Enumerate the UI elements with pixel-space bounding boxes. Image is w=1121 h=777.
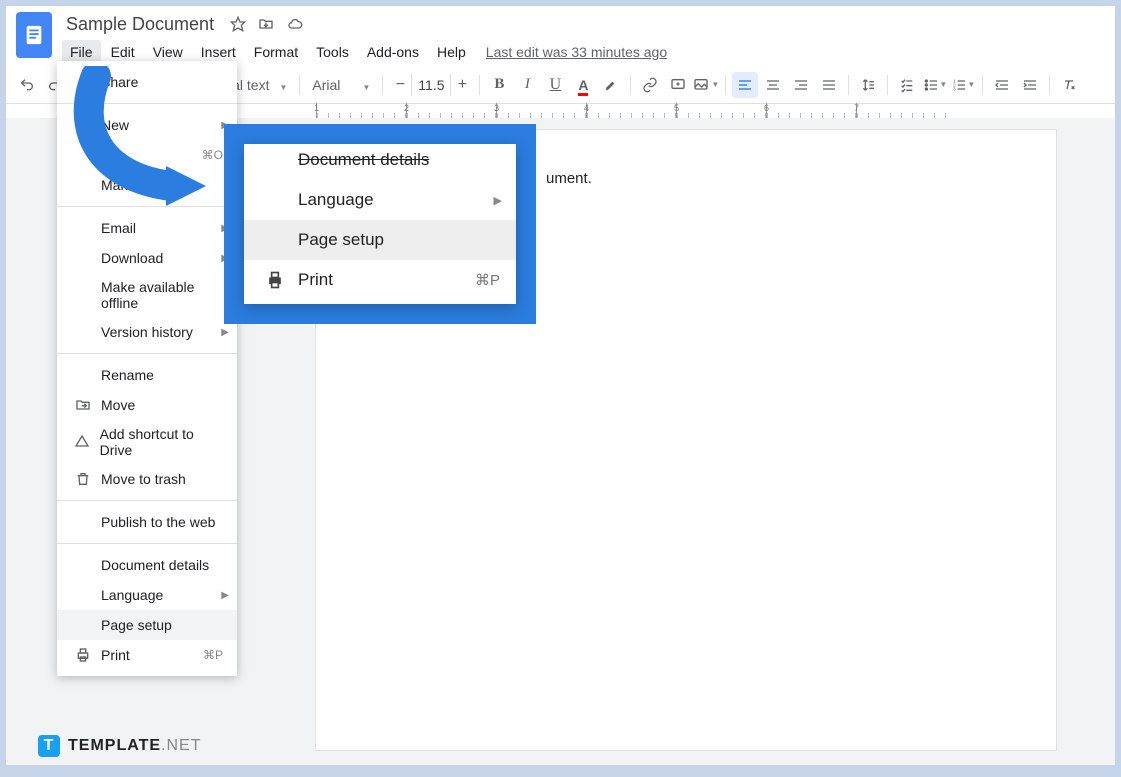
font-size-decrease[interactable]: −: [389, 76, 411, 94]
ruler-tick: 4: [584, 103, 589, 113]
align-right-button[interactable]: [788, 72, 814, 98]
file-version-history[interactable]: Version history▶: [57, 317, 237, 347]
align-left-button[interactable]: [732, 72, 758, 98]
ruler-tick: 3: [494, 103, 499, 113]
file-print[interactable]: Print⌘P: [57, 640, 237, 670]
callout-language[interactable]: Language▶: [244, 180, 516, 220]
cloud-status-icon[interactable]: [286, 16, 304, 32]
callout-print[interactable]: Print⌘P: [244, 260, 516, 300]
file-offline[interactable]: Make available offline: [57, 273, 237, 317]
file-page-setup[interactable]: Page setup: [57, 610, 237, 640]
watermark: T TEMPLATE.NET: [38, 735, 201, 757]
increase-indent-button[interactable]: [1017, 72, 1043, 98]
align-center-button[interactable]: [760, 72, 786, 98]
last-edit-link[interactable]: Last edit was 33 minutes ago: [486, 44, 667, 60]
ruler-tick: 7: [854, 103, 859, 113]
file-email[interactable]: Email▶: [57, 213, 237, 243]
menu-format[interactable]: Format: [246, 40, 306, 64]
italic-button[interactable]: I: [514, 72, 540, 98]
star-icon[interactable]: [230, 16, 246, 32]
callout-page-setup[interactable]: Page setup: [244, 220, 516, 260]
svg-text:3: 3: [953, 86, 956, 91]
file-language[interactable]: Language▶: [57, 580, 237, 610]
font-size-increase[interactable]: +: [451, 76, 473, 94]
document-title[interactable]: Sample Document: [62, 12, 218, 37]
line-spacing-button[interactable]: [855, 72, 881, 98]
header: Sample Document File Edit View Insert Fo…: [6, 6, 1115, 66]
file-details[interactable]: Document details: [57, 550, 237, 580]
move-folder-icon[interactable]: [258, 16, 274, 32]
insert-image-button[interactable]: ▼: [693, 72, 719, 98]
font-label: Arial: [312, 77, 340, 93]
file-publish[interactable]: Publish to the web: [57, 507, 237, 537]
watermark-brand: TEMPLATE: [68, 737, 161, 754]
file-open[interactable]: en⌘O: [57, 140, 237, 170]
decrease-indent-button[interactable]: [989, 72, 1015, 98]
ruler-tick: 1: [314, 103, 319, 113]
ruler-tick: 6: [764, 103, 769, 113]
underline-button[interactable]: U: [542, 72, 568, 98]
file-download[interactable]: Download▶: [57, 243, 237, 273]
insert-link-button[interactable]: [637, 72, 663, 98]
app-window: Sample Document File Edit View Insert Fo…: [6, 6, 1115, 765]
align-justify-button[interactable]: [816, 72, 842, 98]
print-icon: [260, 270, 290, 290]
callout-details[interactable]: Document details: [244, 148, 516, 180]
text-color-button[interactable]: A: [570, 72, 596, 98]
ruler-tick: 2: [404, 103, 409, 113]
title-area: Sample Document File Edit View Insert Fo…: [62, 12, 1105, 66]
numbered-list-button[interactable]: 123▼: [950, 72, 976, 98]
font-size-control: − 11.5 +: [389, 74, 473, 96]
file-make-copy[interactable]: Make y: [57, 170, 237, 200]
file-trash[interactable]: Move to trash: [57, 464, 237, 494]
highlight-button[interactable]: [598, 72, 624, 98]
file-move[interactable]: Move: [57, 390, 237, 420]
document-text: ument.: [546, 170, 592, 187]
callout-box: Document details Language▶ Page setup Pr…: [224, 124, 536, 324]
file-rename[interactable]: Rename: [57, 360, 237, 390]
checklist-button[interactable]: [894, 72, 920, 98]
drive-shortcut-icon: [71, 434, 94, 450]
file-menu-dropdown: Share New▶ en⌘O Make y Email▶ Download▶ …: [57, 61, 237, 676]
menu-tools[interactable]: Tools: [308, 40, 357, 64]
clear-formatting-button[interactable]: [1056, 72, 1082, 98]
ruler-tick: 5: [674, 103, 679, 113]
docs-logo-icon[interactable]: [16, 12, 52, 58]
move-icon: [71, 397, 95, 413]
bulleted-list-button[interactable]: ▼: [922, 72, 948, 98]
watermark-logo-icon: T: [38, 735, 60, 757]
print-icon: [71, 647, 95, 663]
menu-addons[interactable]: Add-ons: [359, 40, 427, 64]
bold-button[interactable]: B: [486, 72, 512, 98]
file-new[interactable]: New▶: [57, 110, 237, 140]
font-select[interactable]: Arial: [306, 77, 376, 93]
file-share[interactable]: Share: [57, 67, 237, 97]
undo-button[interactable]: [14, 72, 40, 98]
trash-icon: [71, 471, 95, 487]
add-comment-button[interactable]: [665, 72, 691, 98]
menu-help[interactable]: Help: [429, 40, 474, 64]
file-add-shortcut[interactable]: Add shortcut to Drive: [57, 420, 237, 464]
watermark-suffix: .NET: [161, 737, 201, 754]
font-size-value[interactable]: 11.5: [411, 74, 451, 96]
